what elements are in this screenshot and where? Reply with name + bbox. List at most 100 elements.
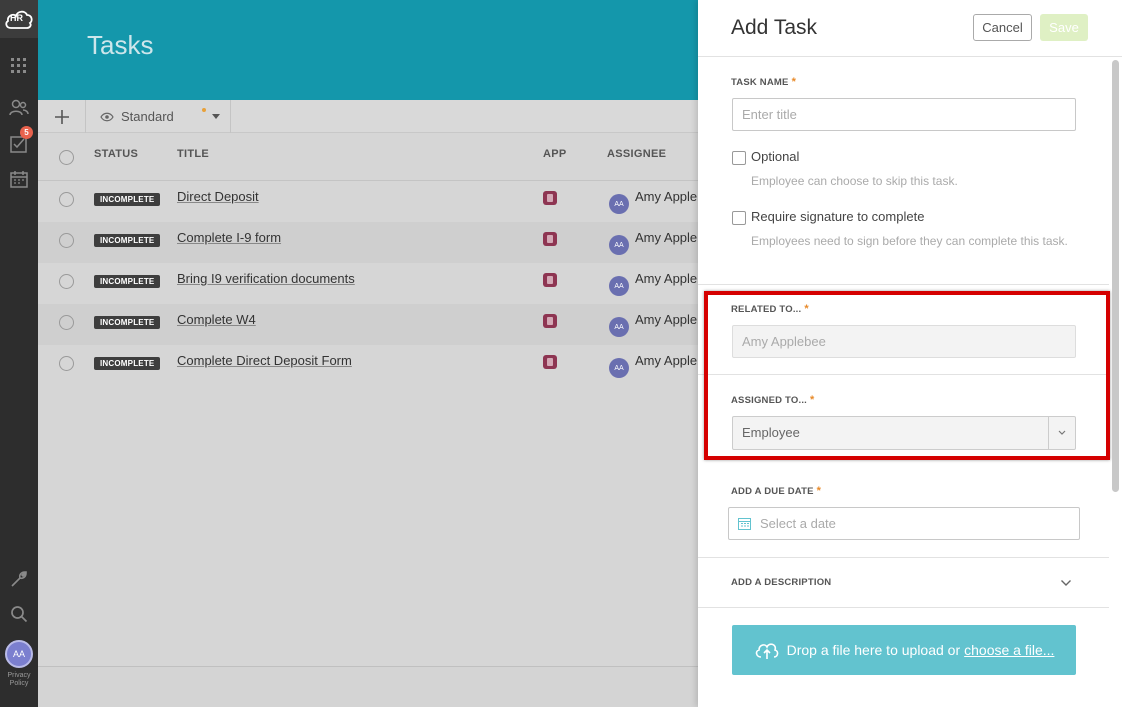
status-badge: INCOMPLETE [94, 193, 161, 206]
cloud-upload-icon [754, 639, 780, 661]
optional-label[interactable]: Optional [751, 149, 799, 164]
task-title-link[interactable]: Complete Direct Deposit Form [177, 353, 352, 368]
select-separator [1048, 417, 1049, 449]
table-header: STATUS TITLE APP ASSIGNEE [38, 133, 698, 181]
tasks-badge: 5 [20, 126, 33, 139]
assigned-to-label: ASSIGNED TO... * [731, 394, 814, 406]
status-badge: INCOMPLETE [94, 275, 161, 288]
assignee-avatar: AA [609, 194, 629, 214]
signature-help-text: Employees need to sign before they can c… [751, 234, 1068, 248]
page-title: Tasks [87, 30, 154, 60]
user-avatar[interactable]: AA [5, 640, 33, 668]
assignee-name: Amy Applebee [635, 312, 698, 327]
assignee-name: Amy Applebee [635, 353, 698, 368]
table-row[interactable]: INCOMPLETE Complete W4 AA Amy Applebee [38, 304, 698, 345]
related-to-label-text: RELATED TO... [731, 304, 802, 315]
assigned-to-value: Employee [742, 425, 800, 440]
row-checkbox[interactable] [59, 356, 74, 371]
table-footer [38, 666, 698, 707]
calendar-icon [738, 518, 751, 530]
panel-title: Add Task [731, 16, 817, 39]
cancel-button[interactable]: Cancel [973, 14, 1032, 41]
due-date-placeholder: Select a date [760, 516, 836, 531]
apps-grid-icon[interactable] [7, 54, 31, 78]
task-title-link[interactable]: Complete W4 [177, 312, 256, 327]
app-icon [543, 355, 557, 369]
select-all-checkbox[interactable] [59, 150, 74, 165]
required-asterisk: * [816, 485, 822, 497]
column-header-title[interactable]: TITLE [177, 148, 209, 160]
privacy-policy-link[interactable]: Privacy Policy [0, 672, 38, 688]
page-header: Tasks [38, 0, 698, 100]
optional-checkbox[interactable] [732, 151, 746, 165]
required-asterisk: * [791, 76, 797, 88]
plus-icon [54, 109, 69, 124]
task-name-label-text: TASK NAME [731, 77, 789, 88]
required-asterisk: * [810, 394, 815, 406]
assigned-to-select[interactable]: Employee [732, 416, 1076, 450]
assignee-name: Amy Applebee [635, 189, 698, 204]
table-row[interactable]: INCOMPLETE Direct Deposit AA Amy Applebe… [38, 181, 698, 222]
add-task-panel: Add Task Cancel Save TASK NAME * Enter ti… [698, 0, 1122, 707]
tasks-table: STATUS TITLE APP ASSIGNEE INCOMPLETE Dir… [38, 133, 698, 667]
view-label: Standard [121, 109, 174, 124]
related-to-field: Amy Applebee [732, 325, 1076, 358]
left-nav: HR 5 AA Privacy Policy [0, 0, 38, 707]
assignee-avatar: AA [609, 235, 629, 255]
column-header-status[interactable]: STATUS [94, 148, 138, 160]
task-title-link[interactable]: Complete I-9 form [177, 230, 281, 245]
section-divider [698, 607, 1109, 608]
app-icon [543, 191, 557, 205]
due-date-label-text: ADD A DUE DATE [731, 486, 814, 497]
related-to-label: RELATED TO... * [731, 303, 809, 315]
search-icon[interactable] [7, 602, 31, 626]
eye-icon [100, 112, 114, 121]
caret-down-icon [212, 114, 220, 119]
signature-label[interactable]: Require signature to complete [751, 209, 924, 224]
wrench-icon[interactable] [7, 567, 31, 591]
hr-logo[interactable]: HR [0, 0, 38, 38]
view-selector[interactable]: Standard [86, 100, 231, 133]
row-checkbox[interactable] [59, 233, 74, 248]
row-checkbox[interactable] [59, 315, 74, 330]
panel-scrollbar[interactable] [1112, 60, 1119, 492]
table-row[interactable]: INCOMPLETE Complete I-9 form AA Amy Appl… [38, 222, 698, 263]
table-row[interactable]: INCOMPLETE Bring I9 verification documen… [38, 263, 698, 304]
table-row[interactable]: INCOMPLETE Complete Direct Deposit Form … [38, 345, 698, 386]
due-date-input[interactable]: Select a date [728, 507, 1080, 540]
add-task-button[interactable] [38, 100, 86, 133]
row-checkbox[interactable] [59, 274, 74, 289]
assigned-to-label-text: ASSIGNED TO... [731, 395, 807, 406]
due-date-label: ADD A DUE DATE * [731, 485, 821, 497]
panel-header: Add Task Cancel Save [698, 0, 1122, 57]
app-icon [543, 273, 557, 287]
task-name-label: TASK NAME * [731, 76, 796, 88]
assignee-avatar: AA [609, 358, 629, 378]
people-icon[interactable] [7, 96, 31, 120]
chevron-down-icon [1058, 430, 1066, 435]
task-title-link[interactable]: Bring I9 verification documents [177, 271, 355, 286]
assignee-name: Amy Applebee [635, 271, 698, 286]
app-icon [543, 314, 557, 328]
section-divider [698, 284, 1109, 285]
column-header-app[interactable]: APP [543, 148, 567, 160]
column-header-assignee[interactable]: ASSIGNEE [607, 148, 666, 160]
file-dropzone[interactable]: Drop a file here to upload or choose a f… [732, 625, 1076, 675]
status-badge: INCOMPLETE [94, 234, 161, 247]
section-divider [698, 374, 1109, 375]
toolbar: Standard [38, 100, 698, 133]
task-title-link[interactable]: Direct Deposit [177, 189, 259, 204]
upload-text: Drop a file here to upload or [786, 642, 961, 658]
choose-file-link[interactable]: choose a file... [964, 642, 1054, 658]
status-badge: INCOMPLETE [94, 316, 161, 329]
add-description-toggle[interactable]: ADD A DESCRIPTION [731, 577, 831, 588]
row-checkbox[interactable] [59, 192, 74, 207]
assignee-avatar: AA [609, 317, 629, 337]
status-badge: INCOMPLETE [94, 357, 161, 370]
chevron-down-icon[interactable] [1060, 577, 1072, 589]
signature-checkbox[interactable] [732, 211, 746, 225]
save-button[interactable]: Save [1040, 14, 1088, 41]
unsaved-dot [202, 108, 206, 112]
task-name-input[interactable]: Enter title [732, 98, 1076, 131]
calendar-icon[interactable] [7, 167, 31, 191]
